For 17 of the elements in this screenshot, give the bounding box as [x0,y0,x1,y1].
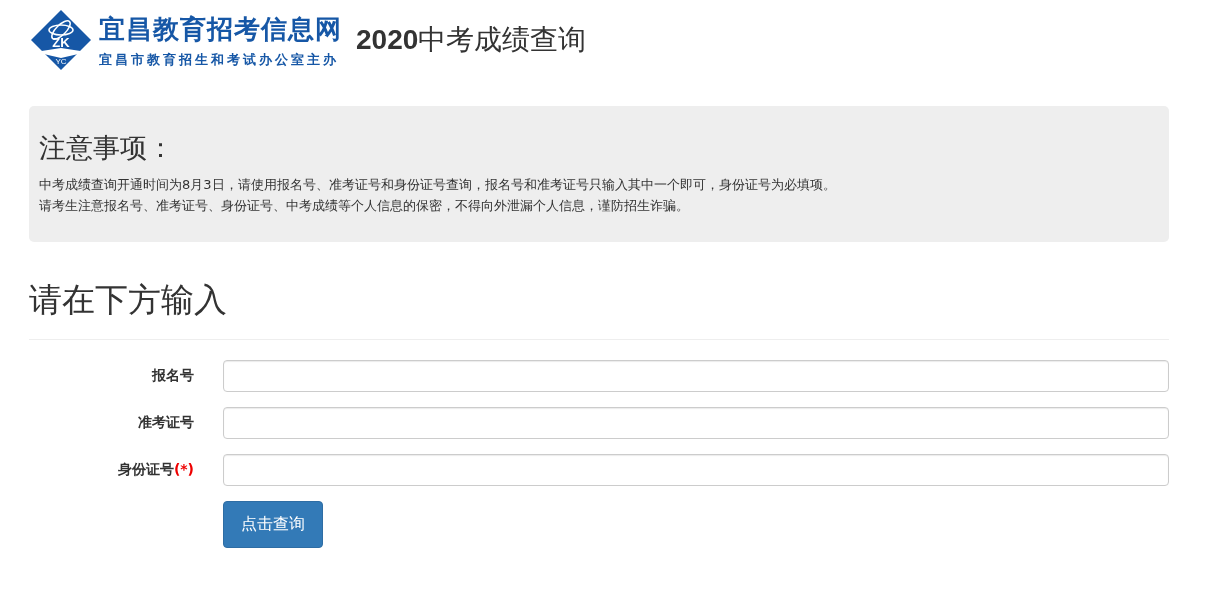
input-field[interactable] [223,407,1169,439]
notice-heading: 注意事项： [39,131,175,165]
input-field[interactable] [223,454,1169,486]
site-name: 宜昌教育招考信息网 [99,12,342,46]
logo-letters: ZK [52,35,70,50]
page-title: 2020中考成绩查询 [356,22,587,58]
site-tagline: 宜昌市教育招生和考试办公室主办 [99,50,340,69]
field-label: 身份证号(*) [116,461,195,479]
notice-text: 中考成绩查询开通时间为8月3日，请使用报名号、准考证号和身份证号查询，报名号和准考证号只输入其中一个即可，身份证号为必填项。 [39,176,837,194]
field-label: 准考证号 [137,414,195,432]
query-button[interactable]: 点击查询 [223,501,323,548]
notice-text: 请考生注意报名号、准考证号、身份证号、中考成绩等个人信息的保密，不得向外泄漏个人信息，谨防招生诈骗。 [39,197,690,215]
field-label: 报名号 [150,367,195,385]
logo-subtext: YC [55,57,67,66]
input-field[interactable] [223,360,1169,392]
form-heading: 请在下方输入 [29,278,1169,340]
logo-emblem-icon [31,10,91,70]
